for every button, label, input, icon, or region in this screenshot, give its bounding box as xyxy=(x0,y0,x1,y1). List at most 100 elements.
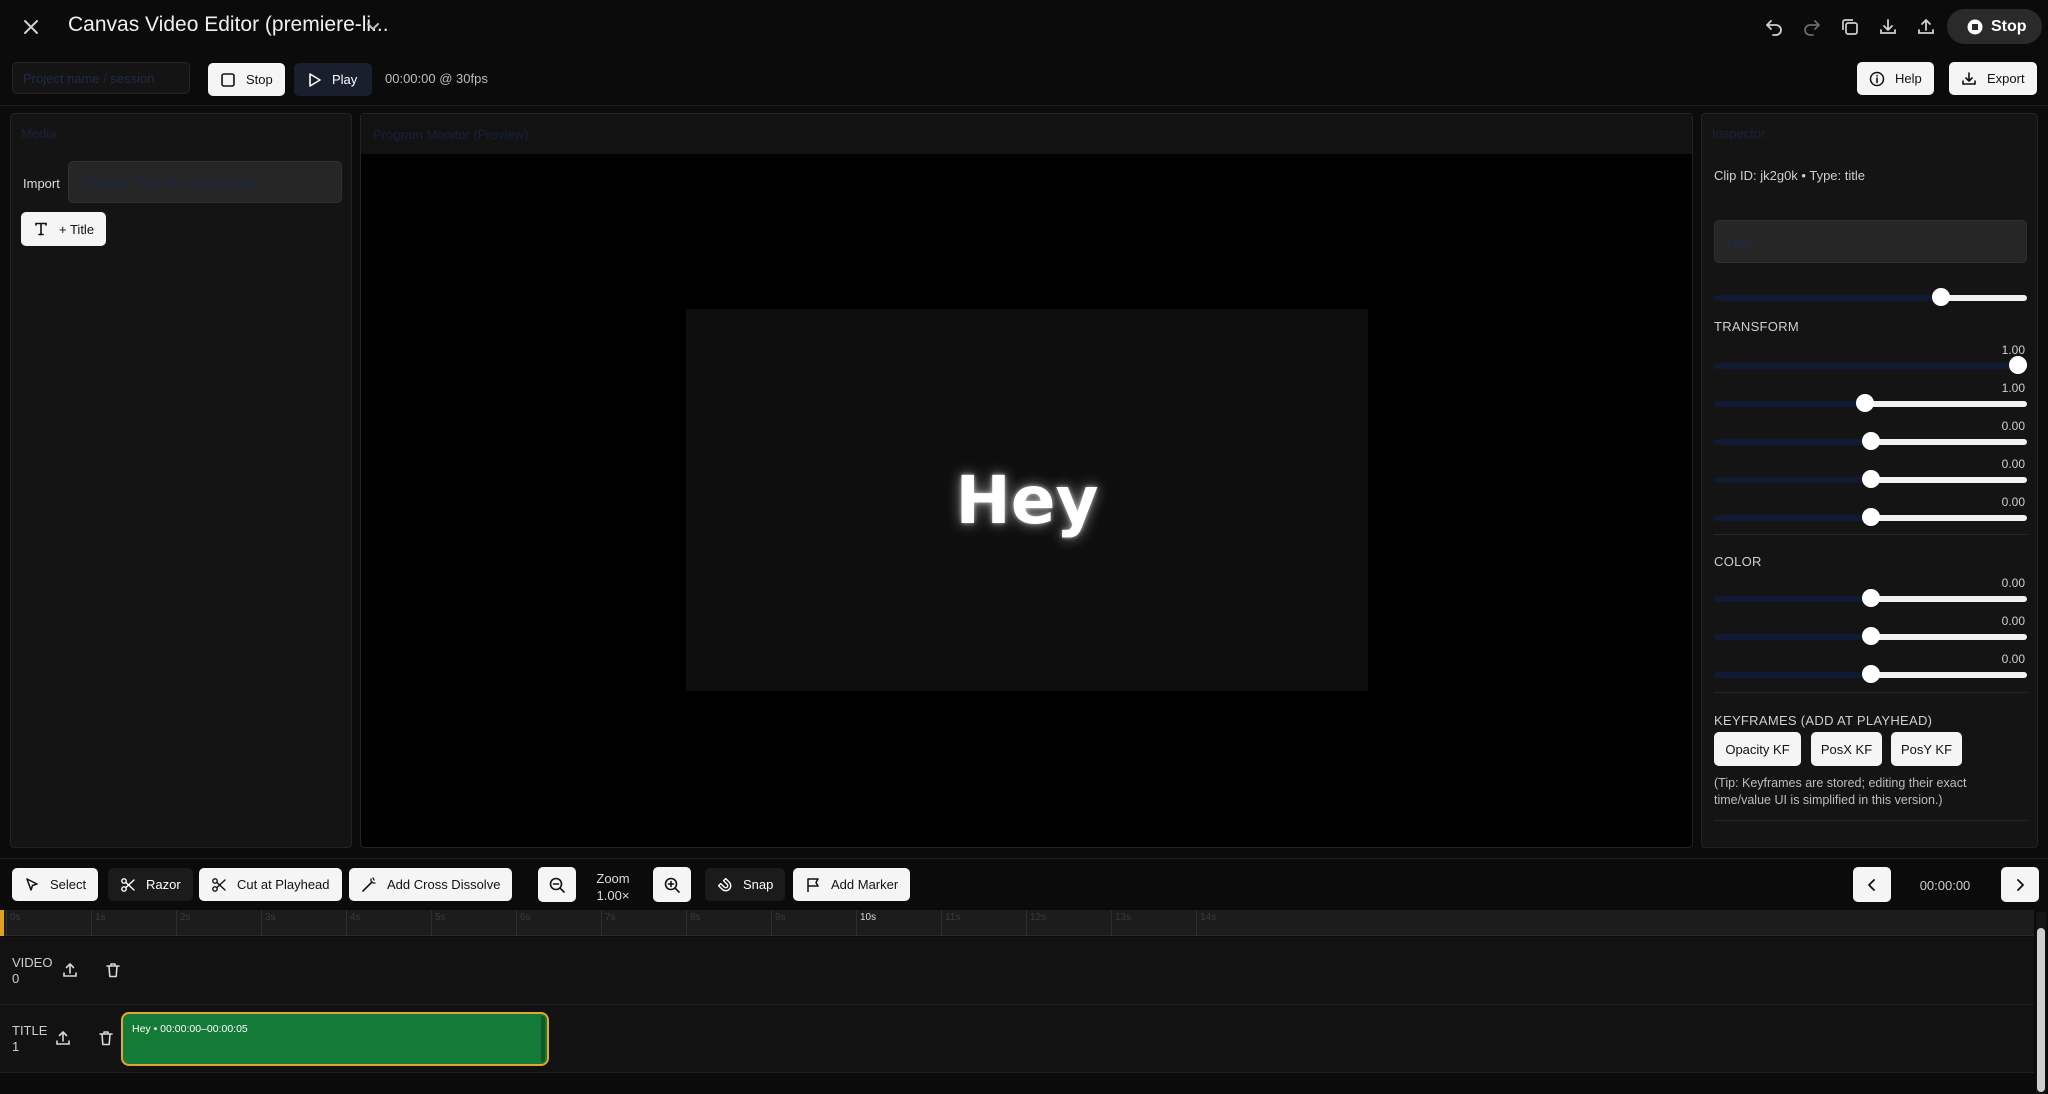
stop-button[interactable]: Stop xyxy=(208,63,285,96)
zoom-out-button[interactable] xyxy=(538,867,576,902)
chevron-down-icon[interactable] xyxy=(362,16,384,38)
opacity-slider[interactable] xyxy=(1714,288,2027,306)
zoom-out-icon xyxy=(548,876,566,894)
ruler-tick: 5s xyxy=(431,910,446,936)
close-icon[interactable] xyxy=(18,14,44,40)
next-frame-button[interactable] xyxy=(2001,867,2039,902)
slider-thumb[interactable] xyxy=(2009,356,2027,374)
main-toolbar: Project name / session Stop Play 00:00:0… xyxy=(0,54,2048,106)
slider-thumb[interactable] xyxy=(1862,665,1880,683)
download-icon[interactable] xyxy=(1875,14,1901,40)
scale-slider[interactable] xyxy=(1714,356,2027,374)
title-clip[interactable]: Hey • 00:00:00–00:00:05 xyxy=(121,1012,549,1066)
slider-fill xyxy=(1714,634,1871,640)
preview-stage[interactable]: Hey xyxy=(686,309,1368,691)
upload-icon[interactable] xyxy=(1913,14,1939,40)
rotation-slider[interactable] xyxy=(1714,508,2027,526)
pos-x-value: 0.00 xyxy=(2001,419,2025,433)
slider-track xyxy=(1871,672,2027,678)
export-button[interactable]: Export xyxy=(1949,62,2037,95)
slider-thumb[interactable] xyxy=(1862,432,1880,450)
trash-icon[interactable] xyxy=(104,961,124,981)
posy-kf-button[interactable]: PosY KF xyxy=(1891,732,1962,766)
scissors-icon xyxy=(120,877,136,893)
ruler-tick: 9s xyxy=(771,910,786,936)
ruler-tick: 2s xyxy=(176,910,191,936)
timeline-ruler[interactable]: 0s 1s 2s 3s 4s 5s 6s 7s 8s 9s 10s 11s 12s 13s 14s xyxy=(0,910,2034,936)
scale-y-slider[interactable] xyxy=(1714,394,2027,412)
slider-fill xyxy=(1714,672,1871,678)
divider xyxy=(1714,692,2027,693)
file-input[interactable]: Choose Files No file chosen xyxy=(68,161,342,203)
slider-thumb[interactable] xyxy=(1932,288,1950,306)
flag-icon xyxy=(805,877,821,893)
ruler-tick: 7s xyxy=(601,910,616,936)
slider-thumb[interactable] xyxy=(1862,508,1880,526)
title-text-input[interactable]: Hey xyxy=(1714,220,2027,263)
brightness-slider[interactable] xyxy=(1714,589,2027,607)
pos-y-slider[interactable] xyxy=(1714,470,2027,488)
play-button[interactable]: Play xyxy=(294,63,372,96)
dissolve-label: Add Cross Dissolve xyxy=(387,877,501,892)
inspector-header: Inspector xyxy=(1712,126,1766,141)
track-index: 0 xyxy=(12,971,20,986)
export-label: Export xyxy=(1987,71,2025,86)
slider-thumb[interactable] xyxy=(1862,470,1880,488)
add-title-button[interactable]: + Title xyxy=(21,212,107,246)
contrast-value: 0.00 xyxy=(2001,614,2025,628)
ruler-tick: 11s xyxy=(941,910,960,936)
choose-files-button[interactable]: Choose Files xyxy=(81,174,163,190)
razor-tool-button[interactable]: Razor xyxy=(108,868,193,901)
slider-fill xyxy=(1714,363,2018,369)
trash-icon[interactable] xyxy=(97,1029,117,1049)
saturation-slider[interactable] xyxy=(1714,665,2027,683)
snap-toggle[interactable]: Snap xyxy=(705,868,786,901)
preview-panel: Program Monitor (Preview) Hey xyxy=(360,113,1693,848)
clip-trim-handle[interactable] xyxy=(541,1016,545,1062)
zoom-in-button[interactable] xyxy=(653,867,691,902)
pos-y-value: 0.00 xyxy=(2001,457,2025,471)
timeline-toolbar: Select Razor Cut at Playhead Add Cross D… xyxy=(0,858,2048,910)
ruler-tick: 1s xyxy=(91,910,106,936)
slider-fill xyxy=(1714,515,1871,521)
previous-frame-button[interactable] xyxy=(1853,867,1891,902)
add-cross-dissolve-button[interactable]: Add Cross Dissolve xyxy=(349,868,513,901)
upload-icon[interactable] xyxy=(54,1029,74,1049)
cut-label: Cut at Playhead xyxy=(237,877,330,892)
media-panel-header: Media xyxy=(21,126,57,141)
upload-icon[interactable] xyxy=(61,961,81,981)
add-marker-button[interactable]: Add Marker xyxy=(793,868,911,901)
project-name-input[interactable]: Project name / session xyxy=(12,62,190,94)
marker-label: Add Marker xyxy=(831,877,899,892)
slider-fill xyxy=(1714,477,1871,483)
ruler-tick: 4s xyxy=(346,910,361,936)
redo-icon[interactable] xyxy=(1799,14,1825,40)
scrollbar-thumb[interactable] xyxy=(2037,928,2045,1092)
select-tool-button[interactable]: Select xyxy=(12,868,99,901)
contrast-slider[interactable] xyxy=(1714,627,2027,645)
help-button[interactable]: Help xyxy=(1857,62,1934,95)
undo-icon[interactable] xyxy=(1761,14,1787,40)
saturation-value: 0.00 xyxy=(2001,652,2025,666)
slider-track xyxy=(1941,295,2027,301)
slider-fill xyxy=(1714,596,1871,602)
slider-track xyxy=(1871,634,2027,640)
no-file-text: No file chosen xyxy=(166,174,256,190)
slider-thumb[interactable] xyxy=(1862,589,1880,607)
slider-thumb[interactable] xyxy=(1856,394,1874,412)
stop-recording-button[interactable]: Stop xyxy=(1947,9,2042,44)
cut-at-playhead-button[interactable]: Cut at Playhead xyxy=(199,868,342,901)
duplicate-icon[interactable] xyxy=(1837,14,1863,40)
pos-x-slider[interactable] xyxy=(1714,432,2027,450)
opacity-kf-button[interactable]: Opacity KF xyxy=(1714,732,1801,766)
zoom-in-icon xyxy=(663,876,681,894)
chevron-left-icon xyxy=(1864,877,1880,893)
playhead[interactable] xyxy=(0,910,4,936)
text-type-icon xyxy=(33,221,49,237)
track-name: VIDEO xyxy=(12,955,53,970)
posx-kf-button[interactable]: PosX KF xyxy=(1811,732,1882,766)
info-icon xyxy=(1869,71,1885,87)
slider-thumb[interactable] xyxy=(1862,627,1880,645)
app-title: Canvas Video Editor (premiere-li... xyxy=(68,13,389,36)
divider xyxy=(1714,534,2027,535)
